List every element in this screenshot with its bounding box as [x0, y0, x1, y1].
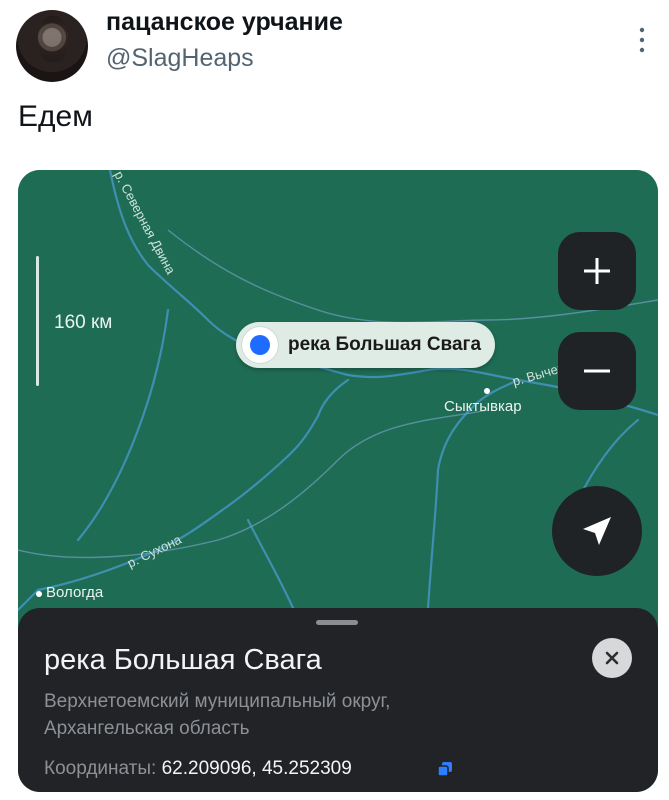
city-label-syktyvkar[interactable]: Сыктывкар — [444, 398, 522, 415]
place-title: река Большая Свага — [44, 644, 322, 676]
scale-bar — [36, 256, 39, 386]
minus-icon — [584, 369, 610, 373]
tweet-header: пацанское урчание @SlagHeaps — [0, 0, 669, 90]
city-marker-vologda — [36, 591, 42, 597]
close-icon — [605, 651, 619, 665]
place-address: Верхнетоемский муниципальный округ, Арха… — [44, 691, 391, 739]
zoom-in-button[interactable] — [558, 232, 636, 310]
place-coordinates: Координаты: 62.209096, 45.252309 — [44, 758, 352, 780]
coordinates-label: Координаты: — [44, 758, 157, 779]
user-handle[interactable]: @SlagHeaps — [106, 44, 254, 73]
navigation-arrow-icon — [583, 517, 611, 545]
zoom-out-button[interactable] — [558, 332, 636, 410]
my-location-button[interactable] — [552, 486, 642, 576]
location-pin-icon — [242, 327, 278, 363]
scale-label: 160 км — [54, 312, 113, 333]
place-bottom-sheet[interactable]: река Большая Свага Верхнетоемский муници… — [18, 608, 658, 792]
avatar[interactable] — [16, 10, 88, 82]
city-marker-syktyvkar — [484, 388, 490, 394]
tweet-text: Едем — [18, 100, 93, 133]
copy-icon[interactable] — [436, 760, 454, 778]
selected-place-label: река Большая Свага — [288, 334, 482, 355]
close-button[interactable] — [592, 638, 632, 678]
selected-place-pin[interactable]: река Большая Свага — [236, 322, 496, 368]
plus-icon — [584, 258, 610, 284]
coordinates-value[interactable]: 62.209096, 45.252309 — [162, 758, 352, 779]
more-vertical-icon[interactable] — [636, 26, 648, 54]
display-name[interactable]: пацанское урчание — [106, 8, 343, 37]
city-label-vologda[interactable]: Вологда — [46, 584, 103, 601]
sheet-drag-handle[interactable] — [316, 620, 358, 625]
map-screenshot: р. Северная Двина р. Сухона р. Вычегда 1… — [18, 170, 658, 792]
